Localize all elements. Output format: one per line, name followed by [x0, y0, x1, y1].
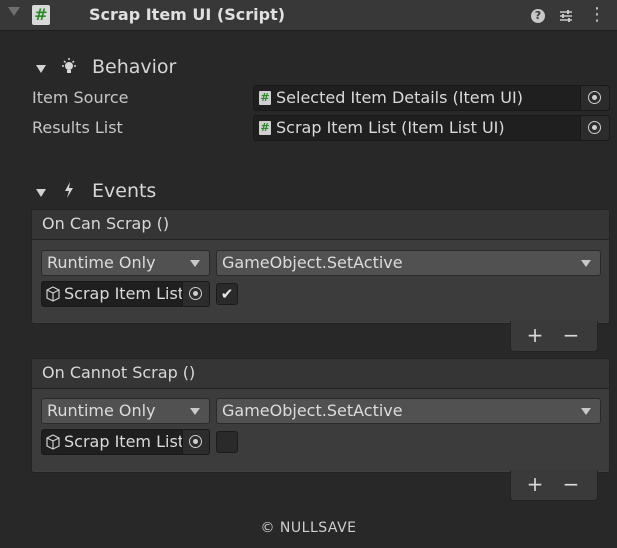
events-section-title: Events — [92, 180, 157, 202]
target-object-field[interactable]: Scrap Item List — [41, 429, 210, 455]
add-listener-button[interactable]: + — [523, 323, 547, 347]
behavior-section-title: Behavior — [92, 56, 177, 78]
remove-listener-button[interactable]: − — [559, 472, 583, 496]
target-object-field[interactable]: Scrap Item List — [41, 281, 210, 307]
function-dropdown[interactable]: GameObject.SetActive — [216, 250, 601, 276]
script-icon: # — [259, 91, 271, 105]
help-icon-glyph: ? — [531, 8, 545, 23]
chevron-down-icon — [581, 260, 591, 267]
event-header: On Cannot Scrap () — [32, 359, 609, 389]
event-header-label: On Can Scrap () — [42, 214, 170, 233]
object-picker-icon — [588, 121, 601, 134]
presets-icon[interactable] — [556, 5, 576, 25]
list-add-remove-controls: + − — [510, 321, 598, 352]
results-list-label: Results List — [32, 118, 123, 137]
remove-listener-button[interactable]: − — [559, 323, 583, 347]
context-menu-icon[interactable]: ⋮ — [587, 5, 607, 25]
component-title: Scrap Item UI (Script) — [89, 5, 286, 24]
event-header: On Can Scrap () — [32, 210, 609, 240]
function-value: GameObject.SetActive — [222, 253, 403, 272]
runtime-mode-dropdown[interactable]: Runtime Only — [41, 398, 210, 424]
item-source-label: Item Source — [32, 88, 129, 107]
lightning-icon — [61, 181, 77, 203]
foldout-arrow-icon[interactable] — [8, 7, 20, 16]
results-list-value: Scrap Item List (Item List UI) — [276, 118, 505, 137]
function-dropdown[interactable]: GameObject.SetActive — [216, 398, 601, 424]
chevron-down-icon — [190, 260, 200, 267]
lightbulb-icon — [61, 57, 77, 81]
chevron-down-icon — [190, 408, 200, 415]
item-source-value: Selected Item Details (Item UI) — [276, 88, 523, 107]
gameobject-icon — [46, 286, 60, 306]
add-listener-button[interactable]: + — [523, 472, 547, 496]
runtime-mode-value: Runtime Only — [47, 401, 156, 420]
object-picker-button[interactable] — [182, 430, 209, 454]
chevron-down-icon — [581, 408, 591, 415]
event-header-label: On Cannot Scrap () — [42, 363, 196, 382]
object-picker-button[interactable] — [580, 116, 609, 140]
copyright-footer: © NULLSAVE — [260, 520, 357, 536]
script-icon: # — [32, 5, 50, 25]
results-list-field[interactable]: # Scrap Item List (Item List UI) — [253, 115, 610, 141]
function-value: GameObject.SetActive — [222, 401, 403, 420]
set-active-checkbox[interactable]: ✔ — [216, 283, 238, 305]
object-picker-icon — [189, 435, 202, 448]
help-icon[interactable]: ? — [528, 5, 548, 25]
object-picker-icon — [588, 91, 601, 104]
object-picker-icon — [189, 287, 202, 300]
runtime-mode-value: Runtime Only — [47, 253, 156, 272]
target-object-value: Scrap Item List — [64, 432, 182, 451]
events-foldout-arrow-icon[interactable] — [36, 189, 46, 197]
object-picker-button[interactable] — [182, 282, 209, 306]
runtime-mode-dropdown[interactable]: Runtime Only — [41, 250, 210, 276]
object-picker-button[interactable] — [580, 86, 609, 110]
script-icon: # — [259, 121, 271, 135]
item-source-field[interactable]: # Selected Item Details (Item UI) — [253, 85, 610, 111]
behavior-foldout-arrow-icon[interactable] — [36, 65, 46, 73]
list-add-remove-controls: + − — [510, 470, 598, 501]
set-active-checkbox[interactable] — [216, 431, 238, 453]
target-object-value: Scrap Item List — [64, 284, 182, 303]
component-header[interactable]: # Scrap Item UI (Script) ? ⋮ — [0, 0, 617, 31]
gameobject-icon — [46, 434, 60, 454]
